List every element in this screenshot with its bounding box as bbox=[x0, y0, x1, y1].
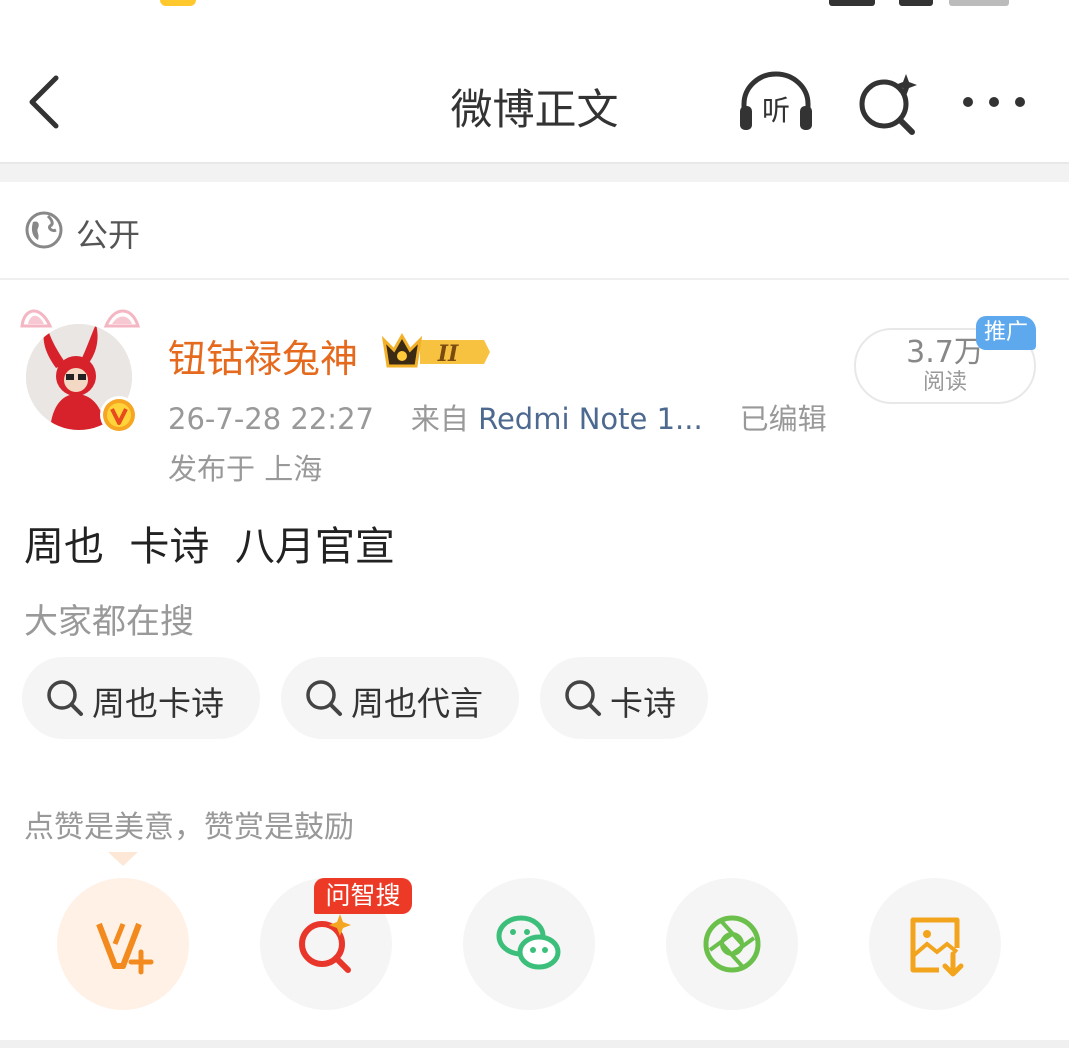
save-image-icon bbox=[910, 917, 964, 977]
author-name[interactable]: 钮钴禄兔神 bbox=[168, 328, 358, 383]
signal-icon bbox=[829, 0, 875, 6]
trending-chip[interactable]: 卡诗 bbox=[540, 657, 708, 739]
bottom-divider bbox=[0, 1040, 1069, 1048]
more-dots-icon bbox=[963, 97, 1025, 107]
search-icon bbox=[565, 680, 601, 716]
trending-chip[interactable]: 周也卡诗 bbox=[22, 657, 260, 739]
edited-label[interactable]: 已编辑 bbox=[740, 402, 827, 436]
visibility-label: 公开 bbox=[76, 216, 141, 254]
promote-tag[interactable]: 推广 bbox=[976, 316, 1036, 350]
ai-search-icon bbox=[299, 914, 351, 973]
wifi-icon bbox=[899, 0, 933, 6]
trending-heading: 大家都在搜 bbox=[24, 602, 194, 642]
pointer-arrow-icon bbox=[108, 852, 138, 866]
headphones-listen-icon: 听 bbox=[740, 71, 812, 130]
status-notification-badge bbox=[160, 0, 196, 6]
reward-caption: 点赞是美意，赞赏是鼓励 bbox=[24, 810, 354, 845]
reward-button[interactable] bbox=[57, 878, 189, 1010]
share-wechat-button[interactable] bbox=[463, 878, 595, 1010]
listen-button[interactable]: 听 bbox=[736, 68, 816, 134]
svg-text:听: 听 bbox=[762, 94, 790, 127]
trending-chip-label: 周也代言 bbox=[351, 684, 483, 723]
verified-badge-icon bbox=[100, 396, 138, 434]
search-icon bbox=[306, 680, 342, 716]
source-prefix: 来自 bbox=[410, 402, 469, 436]
globe-icon bbox=[25, 211, 63, 249]
post-location: 发布于 上海 bbox=[168, 452, 323, 486]
status-bar bbox=[0, 0, 1069, 40]
ai-search-tag: 问智搜 bbox=[314, 878, 412, 914]
ai-search-button[interactable] bbox=[854, 70, 922, 136]
vip-crown-icon[interactable]: II bbox=[380, 332, 490, 372]
trending-chip[interactable]: 周也代言 bbox=[281, 657, 519, 739]
wechat-icon bbox=[496, 915, 561, 970]
trending-chip-label: 周也卡诗 bbox=[92, 684, 224, 723]
moments-icon bbox=[703, 915, 761, 973]
avatar[interactable] bbox=[14, 298, 144, 434]
post-text: 周也 卡诗 八月官宣 bbox=[24, 524, 395, 570]
status-icons bbox=[829, 0, 1009, 6]
reward-v-plus-icon bbox=[96, 922, 154, 975]
post-meta: 26-7-28 22:27 来自 Redmi Note 1... 已编辑 bbox=[168, 396, 827, 438]
more-button[interactable] bbox=[958, 74, 1030, 130]
trending-chip-label: 卡诗 bbox=[610, 684, 676, 723]
share-moments-button[interactable] bbox=[666, 878, 798, 1010]
top-nav-bar: 微博正文 听 bbox=[0, 40, 1069, 164]
search-icon bbox=[47, 680, 83, 716]
save-image-button[interactable] bbox=[869, 878, 1001, 1010]
ai-search-icon bbox=[859, 74, 917, 135]
svg-text:II: II bbox=[437, 341, 459, 367]
section-divider bbox=[0, 164, 1069, 182]
read-count-label: 阅读 bbox=[922, 370, 967, 395]
battery-icon bbox=[949, 0, 1009, 6]
post-time: 26-7-28 22:27 bbox=[168, 402, 374, 436]
visibility-row: 公开 bbox=[0, 182, 1069, 280]
post-source-link[interactable]: Redmi Note 1... bbox=[478, 402, 703, 436]
